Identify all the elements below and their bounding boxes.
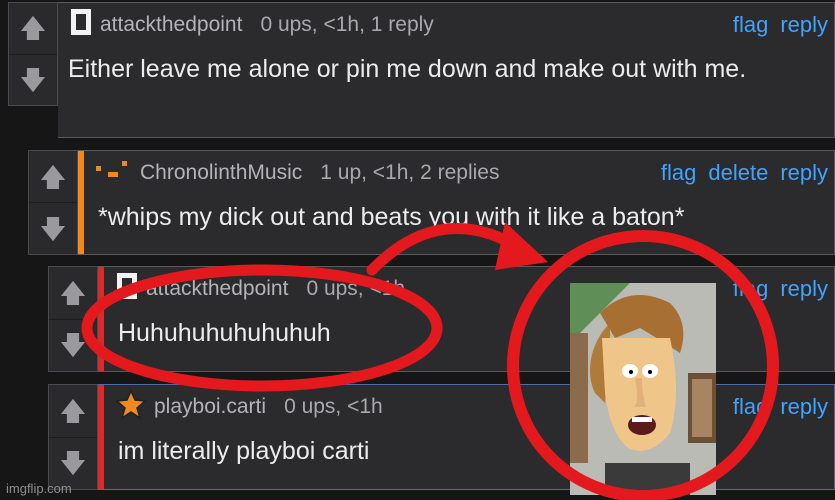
white-block-icon[interactable]	[70, 8, 92, 42]
star-icon[interactable]	[115, 389, 147, 425]
delete-link[interactable]: delete	[708, 160, 768, 186]
orange-pixel-icon[interactable]	[96, 158, 132, 188]
comment-text: *whips my dick out and beats you with it…	[98, 203, 685, 231]
username[interactable]: playboi.carti	[154, 395, 266, 419]
comment-body: attackthedpoint 0 ups, <1h flag reply Hu…	[98, 266, 835, 372]
comment-meta: ChronolinthMusic 1 up, <1h, 2 replies fl…	[78, 157, 834, 189]
reply-link[interactable]: reply	[780, 276, 828, 302]
comment-stats: 0 ups, <1h, 1 reply	[260, 13, 434, 36]
upvote-arrow-icon[interactable]: 🡅	[49, 385, 97, 437]
downvote-arrow-icon[interactable]: 🡇	[29, 202, 77, 254]
comment-stats: 0 ups, <1h	[306, 277, 406, 300]
comment-actions: flag delete reply	[661, 160, 828, 186]
comment: 🡅 🡇 playboi.carti 0 ups, <1h flag reply …	[48, 384, 835, 490]
comment-actions: flag reply	[733, 12, 828, 38]
vote-column: 🡅 🡇	[8, 2, 58, 106]
comment-text: Either leave me alone or pin me down and…	[68, 55, 747, 83]
comment: 🡅 🡇 attackthedpoint 0 ups, <1h flag repl…	[48, 266, 835, 372]
comment-stats: 0 ups, <1h	[284, 395, 383, 418]
upvote-arrow-icon[interactable]: 🡅	[9, 3, 57, 54]
upvote-arrow-icon[interactable]: 🡅	[29, 151, 77, 202]
username[interactable]: ChronolinthMusic	[140, 161, 302, 185]
flag-link[interactable]: flag	[733, 276, 768, 302]
reply-link[interactable]: reply	[780, 160, 828, 186]
comment-body: playboi.carti 0 ups, <1h flag reply im l…	[98, 384, 835, 490]
upvote-arrow-icon[interactable]: 🡅	[49, 267, 97, 319]
comment-text: Huhuhuhuhuhuhuh	[118, 319, 331, 347]
comment-meta: playboi.carti 0 ups, <1h flag reply	[98, 389, 834, 425]
comment: 🡅 🡇 attackthedpoint 0 ups, <1h, 1 reply …	[8, 2, 835, 138]
vote-column: 🡅 🡇	[48, 266, 98, 372]
comment-meta: attackthedpoint 0 ups, <1h, 1 reply flag…	[58, 9, 834, 41]
comment-body: attackthedpoint 0 ups, <1h, 1 reply flag…	[58, 2, 835, 138]
vote-column: 🡅 🡇	[48, 384, 98, 490]
cartoon-character-image	[570, 283, 716, 495]
comment-actions: flag reply	[733, 276, 828, 302]
vote-column: 🡅 🡇	[28, 150, 78, 255]
comment-body: ChronolinthMusic 1 up, <1h, 2 replies fl…	[78, 150, 835, 255]
downvote-arrow-icon[interactable]: 🡇	[9, 53, 57, 106]
reply-link[interactable]: reply	[780, 12, 828, 38]
comment-actions: flag reply	[733, 394, 828, 420]
flag-link[interactable]: flag	[661, 160, 696, 186]
reply-link[interactable]: reply	[780, 394, 828, 420]
comment-text: im literally playboi carti	[118, 437, 370, 465]
downvote-arrow-icon[interactable]: 🡇	[49, 318, 97, 372]
cartoon-photo	[570, 283, 716, 495]
watermark: imgflip.com	[6, 481, 72, 496]
comment-meta: attackthedpoint 0 ups, <1h flag reply	[98, 273, 834, 305]
username[interactable]: attackthedpoint	[146, 277, 288, 301]
flag-link[interactable]: flag	[733, 12, 768, 38]
comment-stats: 1 up, <1h, 2 replies	[320, 161, 500, 184]
white-block-icon[interactable]	[116, 272, 138, 306]
username[interactable]: attackthedpoint	[100, 13, 242, 37]
comment: 🡅 🡇 ChronolinthMusic 1 up, <1h, 2 replie…	[28, 150, 835, 255]
flag-link[interactable]: flag	[733, 394, 768, 420]
